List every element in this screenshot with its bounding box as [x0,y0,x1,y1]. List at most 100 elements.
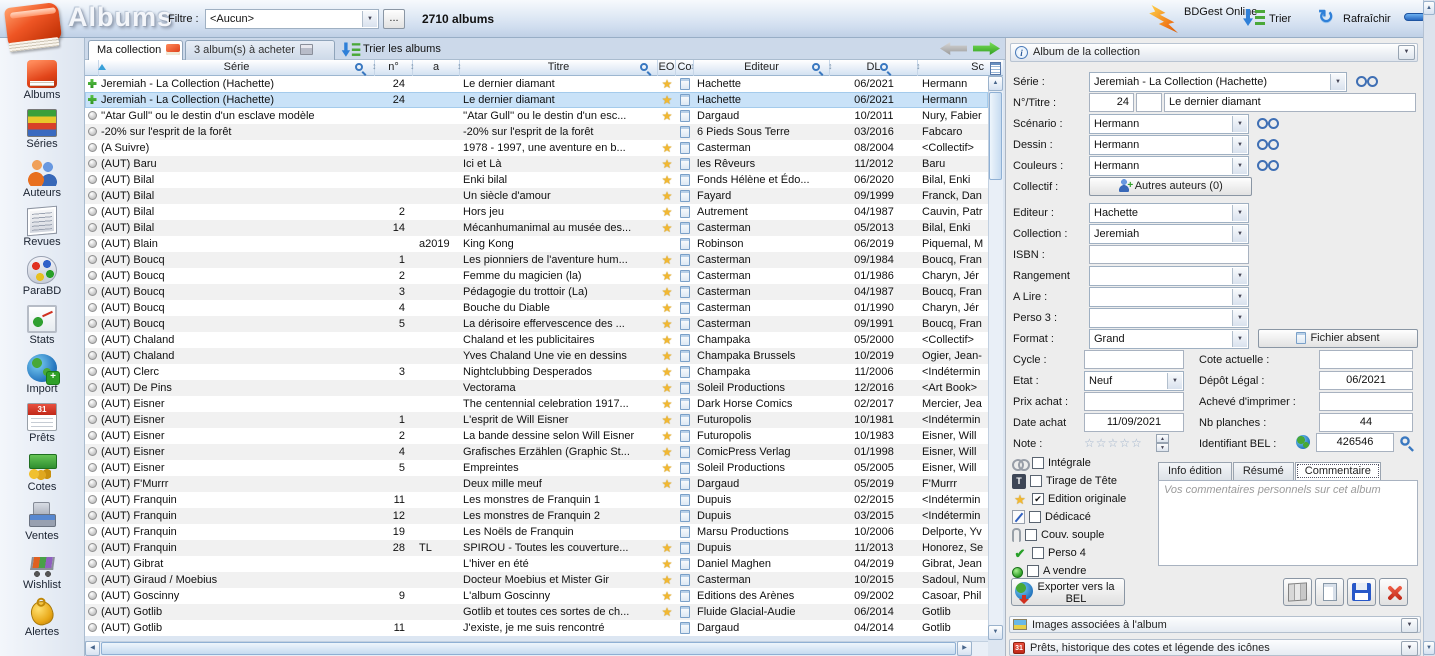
comment-textarea[interactable] [1158,480,1418,566]
checkbox[interactable] [1025,529,1037,541]
table-row[interactable]: (AUT) F'MurrrDeux mille meuf★Dargaud05/2… [85,476,988,492]
table-row[interactable]: Jeremiah - La Collection (Hachette)24Le … [85,92,988,108]
checkbox[interactable] [1029,511,1041,523]
couleurs-lookup-icon[interactable] [1257,160,1277,171]
table-row[interactable]: Jeremiah - La Collection (Hachette)24Le … [85,76,988,92]
scroll-up-icon[interactable]: ▲ [988,76,1003,91]
scenario-select[interactable]: Hermann▼ [1089,114,1249,134]
table-row[interactable]: (AUT) Franquin28TLSPIROU - Toutes les co… [85,540,988,556]
table-row[interactable]: (AUT) Franquin12Les monstres de Franquin… [85,508,988,524]
table-row[interactable]: (AUT) Goscinny9L'album Goscinny★Editions… [85,588,988,604]
scrollbar-thumb[interactable] [989,92,1002,180]
table-row[interactable]: (AUT) BilalUn siècle d'amour★Fayard09/19… [85,188,988,204]
tab-albums-a-acheter[interactable]: 3 album(s) à acheter [185,40,335,60]
checkbox[interactable]: ✔ [1032,493,1044,505]
table-row[interactable]: (AUT) Boucq4Bouche du Diable★Casterman01… [85,300,988,316]
table-row[interactable]: (AUT) Boucq2Femme du magicien (la)★Caste… [85,268,988,284]
bel-search-icon[interactable] [1400,436,1410,446]
fichier-absent-button[interactable]: Fichier absent [1258,329,1418,348]
expand-icon[interactable]: ▼ [1401,618,1418,633]
table-row[interactable]: (AUT) Eisner1L'esprit de Will Eisner★Fut… [85,412,988,428]
prix-achat-input[interactable] [1084,392,1184,411]
num-suffix-input[interactable] [1136,93,1162,112]
nav-next-icon[interactable] [973,42,1000,55]
header-titre[interactable]: Titre [460,60,658,76]
cycle-input[interactable] [1084,350,1184,369]
header-dl[interactable]: DL [830,60,918,76]
tab-ma-collection[interactable]: Ma collection [88,40,183,60]
export-bel-button[interactable]: Exporter vers la BEL [1011,578,1125,606]
checkbox[interactable] [1032,547,1044,559]
duplicate-button[interactable] [1283,578,1312,606]
save-button[interactable] [1347,578,1376,606]
sidebar-item-stats[interactable]: Stats [0,305,84,354]
format-select[interactable]: Grand▼ [1089,329,1249,349]
column-sort-icon[interactable]: ↕ [828,61,833,71]
table-row[interactable]: (AUT) GotlibGotlib et toutes ces sortes … [85,604,988,620]
column-sort-icon[interactable]: ↕ [916,61,921,71]
table-row[interactable]: (AUT) ChalandChaland et les publicitaire… [85,332,988,348]
scroll-right-icon[interactable]: ▶ [957,641,972,656]
table-row[interactable]: (AUT) Clerc3Nightclubbing Desperados★Cha… [85,364,988,380]
table-row[interactable]: (AUT) Giraud / MoebiusDocteur Moebius et… [85,572,988,588]
sidebar-item-cotes[interactable]: Cotes [0,452,84,501]
sidebar-item-alertes[interactable]: Alertes [0,601,84,650]
header-editeur[interactable]: Editeur [694,60,830,76]
table-row[interactable]: (AUT) Franquin11Les monstres de Franquin… [85,492,988,508]
column-chooser-icon[interactable] [990,62,1001,75]
header-a[interactable]: a [413,60,460,76]
filter-select[interactable]: <Aucun> ▼ [205,9,379,29]
autres-auteurs-button[interactable]: Autres auteurs (0) [1089,177,1252,196]
column-sort-icon[interactable]: ↕ [690,61,695,71]
serie-select[interactable]: Jeremiah - La Collection (Hachette)▼ [1089,72,1347,92]
table-row[interactable]: (AUT) Bilal14Mécanhumanimal au musée des… [85,220,988,236]
table-row[interactable]: (AUT) Eisner5Empreintes★Soleil Productio… [85,460,988,476]
table-row[interactable]: (AUT) Boucq3Pédagogie du trottoir (La)★C… [85,284,988,300]
scroll-down-icon[interactable]: ▼ [988,625,1003,640]
cote-actuelle-input[interactable] [1319,350,1413,369]
table-row[interactable]: (AUT) Boucq1Les pionniers de l'aventure … [85,252,988,268]
table-row[interactable]: (AUT) GibratL'hiver en été★Daniel Maghen… [85,556,988,572]
bdgest-online-button[interactable]: BDGest Online [1184,6,1236,19]
date-achat-input[interactable]: 11/09/2021 [1084,413,1184,432]
table-row[interactable]: (AUT) Eisner4Grafisches Erzählen (Graphi… [85,444,988,460]
sidebar-item-revues[interactable]: Revues [0,207,84,256]
sort-albums-button[interactable]: Trier les albums [363,43,441,55]
panel-tab[interactable]: Résumé [1233,462,1294,480]
column-sort-icon[interactable]: ↕ [372,61,377,71]
header-sc[interactable]: Sc [918,60,988,76]
sidebar-item-series[interactable]: Séries [0,109,84,158]
table-row[interactable]: (AUT) Bilal2Hors jeu★Autrement04/1987Cau… [85,204,988,220]
sidebar-item-prets[interactable]: Prêts [0,403,84,452]
panel-tab[interactable]: Info édition [1158,462,1232,480]
isbn-input[interactable] [1089,245,1249,264]
etat-select[interactable]: Neuf▼ [1084,371,1184,391]
titre-input[interactable]: Le dernier diamant [1164,93,1416,112]
table-row[interactable]: (AUT) De PinsVectorama★Soleil Production… [85,380,988,396]
panel-tab[interactable]: Commentaire [1295,462,1381,480]
table-row[interactable]: (AUT) Gotlib11J'existe, je me suis renco… [85,620,988,636]
accordion-prets[interactable]: 31 Prêts, historique des cotes et légend… [1009,639,1421,656]
column-sort-icon[interactable]: ↕ [410,61,415,71]
expand-icon[interactable]: ▼ [1401,641,1418,656]
perso3-select[interactable]: ▼ [1089,308,1249,328]
couleurs-select[interactable]: Hermann▼ [1089,156,1249,176]
rating-stars[interactable]: ☆☆☆☆☆ [1084,436,1143,450]
serie-lookup-icon[interactable] [1356,76,1376,87]
window-scroll-up-icon[interactable]: ▲ [1423,1,1435,15]
sidebar-item-parabd[interactable]: ParaBD [0,256,84,305]
header-num[interactable]: n° [375,60,413,76]
scenario-lookup-icon[interactable] [1257,118,1277,129]
acheve-input[interactable] [1319,392,1413,411]
scrollbar-thumb[interactable] [101,642,956,655]
checkbox[interactable] [1027,565,1039,577]
table-row[interactable]: ''Atar Gull'' ou le destin d'un esclave … [85,108,988,124]
table-row[interactable]: (AUT) EisnerThe centennial celebration 1… [85,396,988,412]
window-scroll-down-icon[interactable]: ▼ [1423,641,1435,655]
table-row[interactable]: (AUT) Blaina2019King KongRobinson06/2019… [85,236,988,252]
search-icon[interactable] [640,63,648,71]
header-icon-col[interactable] [85,60,99,76]
search-icon[interactable] [880,63,888,71]
table-row[interactable]: (AUT) Eisner2La bande dessine selon Will… [85,428,988,444]
delete-button[interactable] [1379,578,1408,606]
